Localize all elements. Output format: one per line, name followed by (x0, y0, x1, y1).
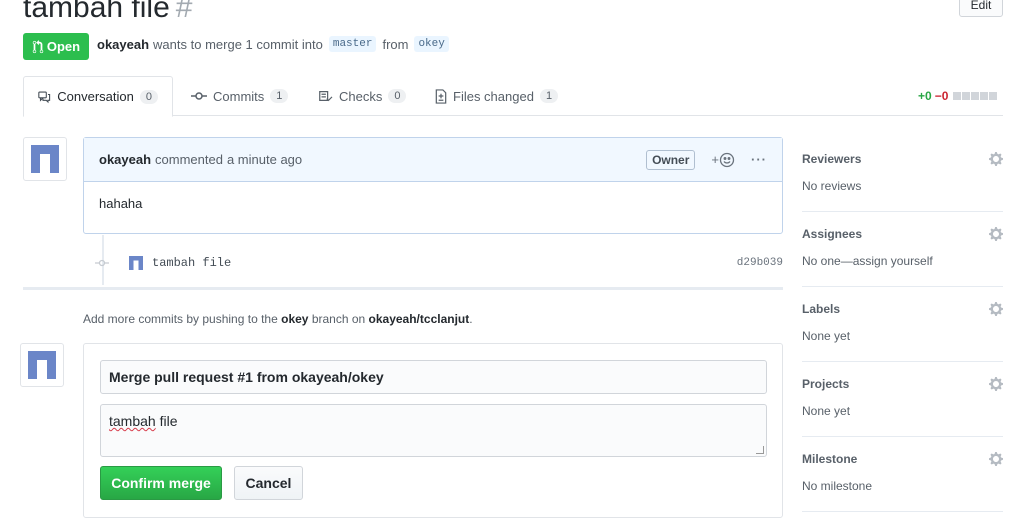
base-branch[interactable]: master (328, 36, 377, 52)
owner-badge: Owner (646, 149, 696, 170)
merge-avatar[interactable] (20, 343, 64, 387)
gear-icon[interactable] (989, 302, 1003, 316)
merge-meta-text: wants to merge 1 commit into (153, 36, 323, 52)
pr-title: tambah file # (23, 0, 192, 26)
comment-author[interactable]: okayeah (99, 152, 151, 167)
checklist-icon (319, 91, 333, 102)
tab-checks-count: 0 (388, 89, 407, 103)
pr-author-link[interactable]: okayeah (97, 37, 149, 52)
git-commit-icon (95, 258, 109, 268)
push-hint-branch: okey (281, 312, 309, 326)
merge-title-input[interactable]: Merge pull request #1 from okayeah/okey (100, 360, 767, 394)
comment-header: okayeah commented a minute ago Owner + ·… (84, 138, 782, 182)
tab-files-changed[interactable]: Files changed 1 (421, 76, 572, 116)
sidebar-value: None yet (802, 329, 851, 343)
comment-time[interactable]: a minute ago (227, 152, 302, 167)
push-hint-text: Add more commits by pushing to the (83, 312, 278, 326)
cancel-button[interactable]: Cancel (234, 466, 303, 500)
comment-action: commented (155, 152, 223, 167)
tab-files-label: Files changed (453, 88, 534, 104)
kebab-horizontal-icon[interactable]: ··· (751, 152, 767, 167)
file-diff-icon (435, 88, 447, 104)
sidebar-reviewers: Reviewers No reviews (802, 137, 1003, 212)
tab-conversation-count: 0 (139, 89, 158, 104)
diffstat-deletions: −0 (934, 89, 949, 103)
sidebar-heading[interactable]: Milestone (802, 452, 857, 466)
sidebar-value: None yet (802, 404, 851, 418)
git-commit-icon (191, 92, 207, 100)
state-badge: Open (23, 33, 89, 60)
comment-card: okayeah commented a minute ago Owner + ·… (83, 137, 783, 234)
gear-icon[interactable] (989, 377, 1003, 391)
merge-form: Merge pull request #1 from okayeah/okey … (83, 343, 783, 518)
sidebar-projects: Projects None yet (802, 362, 1003, 437)
sidebar-labels: Labels None yet (802, 287, 1003, 362)
avatar[interactable] (23, 137, 67, 181)
tab-checks-label: Checks (339, 88, 383, 104)
add-reaction-button[interactable]: + (711, 152, 735, 168)
tab-files-count: 1 (539, 89, 559, 103)
comment-discussion-icon (38, 90, 51, 103)
commit-message[interactable]: tambah file (152, 256, 231, 270)
edit-button[interactable]: Edit (959, 0, 1003, 17)
tab-conversation[interactable]: Conversation 0 (23, 76, 173, 117)
pr-number: # (175, 0, 193, 24)
pr-sidebar: Reviewers No reviews Assignees No one—as… (802, 137, 1003, 512)
smiley-icon (719, 152, 735, 167)
sidebar-heading[interactable]: Reviewers (802, 152, 861, 166)
state-label: Open (46, 39, 81, 54)
commit-sha[interactable]: d29b039 (737, 257, 783, 269)
gear-icon[interactable] (989, 452, 1003, 466)
timeline-separator (23, 287, 783, 290)
merge-meta-from: from (382, 36, 409, 52)
git-pull-request-icon (32, 39, 44, 53)
merge-meta: okayeah wants to merge 1 commit into mas… (97, 36, 451, 52)
pr-title-text: tambah file (23, 0, 170, 24)
push-hint-period: . (469, 312, 473, 326)
resize-handle[interactable] (756, 446, 764, 454)
tab-commits-label: Commits (213, 88, 265, 104)
tab-commits[interactable]: Commits 1 (177, 76, 302, 116)
identicon-icon (28, 351, 56, 379)
tab-commits-count: 1 (270, 89, 289, 103)
sidebar-assignees: Assignees No one—assign yourself (802, 212, 1003, 287)
sidebar-heading[interactable]: Assignees (802, 227, 862, 241)
merge-message-textarea[interactable]: tambah file (100, 404, 767, 457)
tab-checks[interactable]: Checks 0 (303, 76, 420, 116)
head-branch[interactable]: okey (414, 36, 449, 52)
confirm-merge-button[interactable]: Confirm merge (100, 466, 222, 500)
timeline-commit: tambah file d29b039 (95, 252, 783, 274)
merge-desc-rest: file (155, 413, 178, 429)
push-hint-mid: branch on (311, 312, 366, 326)
push-hint: Add more commits by pushing to the okey … (83, 312, 473, 326)
commit-author-avatar[interactable] (127, 254, 145, 272)
sidebar-milestone: Milestone No milestone (802, 437, 1003, 512)
gear-icon[interactable] (989, 152, 1003, 166)
identicon-icon (31, 145, 59, 173)
sidebar-value: No milestone (802, 479, 873, 493)
sidebar-value: No reviews (802, 179, 862, 193)
sidebar-heading[interactable]: Labels (802, 302, 840, 316)
diffstat-additions: +0 (918, 89, 932, 103)
gear-icon[interactable] (989, 227, 1003, 241)
diffstat-blocks (953, 92, 998, 100)
tab-conversation-label: Conversation (57, 89, 134, 104)
pr-tabs: Conversation 0 Commits 1 Checks 0 Files … (23, 76, 1003, 117)
merge-desc-word: tambah (109, 413, 156, 429)
push-hint-repo: okayeah/tcclanjut (368, 312, 470, 326)
sidebar-value[interactable]: No one—assign yourself (802, 254, 933, 268)
reaction-plus: + (711, 152, 719, 167)
diffstat: +0 −0 (918, 89, 998, 103)
sidebar-heading[interactable]: Projects (802, 377, 849, 391)
comment-body: hahaha (99, 196, 143, 211)
